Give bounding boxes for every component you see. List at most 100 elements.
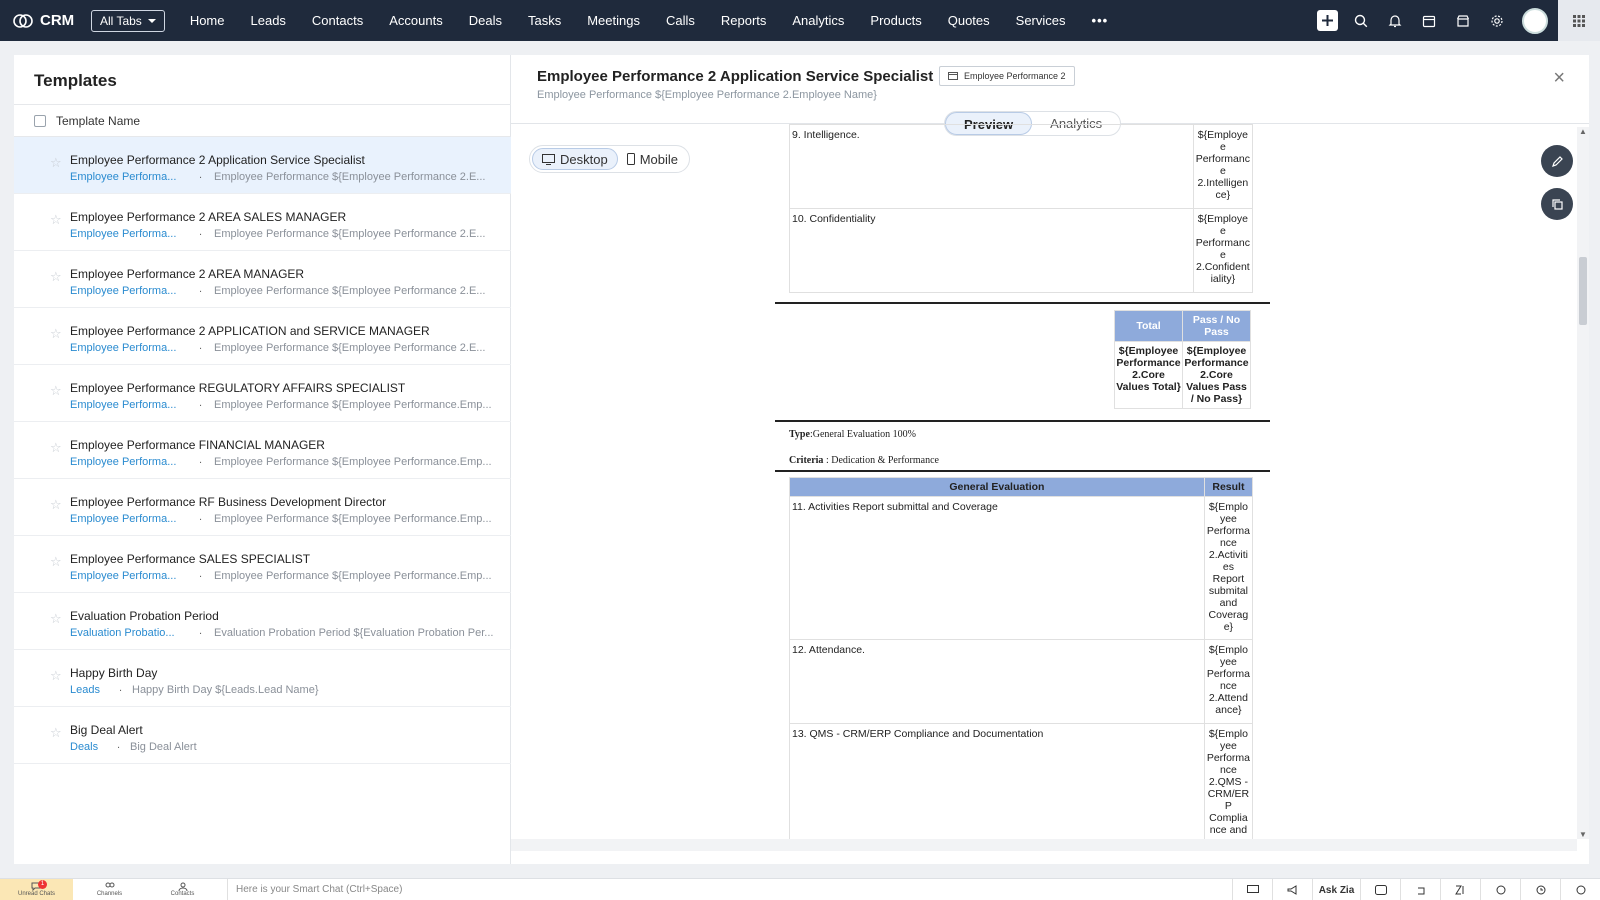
star-icon[interactable]: ☆: [50, 725, 62, 741]
channels-label: Channels: [96, 891, 123, 897]
template-subject: Happy Birth Day ${Leads.Lead Name}: [132, 684, 319, 696]
nav-leads[interactable]: Leads: [238, 0, 299, 41]
criterion-label: 10. Confidentiality: [789, 208, 1194, 293]
template-name[interactable]: Employee Performance FINANCIAL MANAGER: [70, 438, 325, 452]
recent-items-button[interactable]: [1520, 879, 1560, 900]
desktop-label: Desktop: [560, 151, 608, 167]
nav-deals[interactable]: Deals: [456, 0, 515, 41]
crm-logo[interactable]: CRM: [12, 12, 78, 29]
smart-chat-input[interactable]: Here is your Smart Chat (Ctrl+Space): [227, 878, 402, 900]
template-name[interactable]: Employee Performance SALES SPECIALIST: [70, 552, 310, 566]
nav-reports[interactable]: Reports: [708, 0, 780, 41]
mobile-view-button[interactable]: Mobile: [618, 148, 687, 170]
apps-grid-button[interactable]: [1558, 0, 1600, 41]
star-icon[interactable]: ☆: [50, 611, 62, 627]
marketplace-button[interactable]: [1446, 0, 1480, 41]
template-name[interactable]: Employee Performance REGULATORY AFFAIRS …: [70, 381, 405, 395]
close-icon[interactable]: ×: [1553, 67, 1565, 90]
user-avatar[interactable]: [1522, 7, 1548, 34]
template-name[interactable]: Evaluation Probation Period: [70, 609, 219, 623]
template-item[interactable]: ☆ Employee Performance RF Business Devel…: [14, 479, 511, 536]
nav-products[interactable]: Products: [857, 0, 934, 41]
template-item[interactable]: ☆ Employee Performance 2 AREA MANAGER Em…: [14, 251, 511, 308]
nav-services[interactable]: Services: [1003, 0, 1079, 41]
scroll-up-icon[interactable]: ▲: [1579, 127, 1587, 136]
star-icon[interactable]: ☆: [50, 440, 62, 456]
star-icon[interactable]: ☆: [50, 668, 62, 684]
channels-button[interactable]: Channels: [73, 879, 146, 900]
table-row: 10. Confidentiality ${Employe e Performa…: [789, 208, 1254, 293]
pencil-icon: [1551, 155, 1563, 167]
history-button[interactable]: [1400, 879, 1440, 900]
template-item[interactable]: ☆ Happy Birth Day Leads . Happy Birth Da…: [14, 650, 511, 707]
separator-dot: .: [117, 739, 121, 751]
template-item[interactable]: ☆ Employee Performance 2 Application Ser…: [14, 137, 511, 194]
edit-template-button[interactable]: [1541, 145, 1573, 177]
template-name[interactable]: Employee Performance 2 APPLICATION and S…: [70, 324, 430, 338]
template-subject: Employee Performance ${Employee Performa…: [214, 228, 486, 240]
star-icon[interactable]: ☆: [50, 497, 62, 513]
template-item[interactable]: ☆ Big Deal Alert Deals . Big Deal Alert: [14, 707, 511, 764]
ask-zia-button[interactable]: Ask Zia: [1312, 879, 1360, 900]
nav-analytics[interactable]: Analytics: [779, 0, 857, 41]
nav-meetings[interactable]: Meetings: [574, 0, 653, 41]
settings-button[interactable]: [1480, 0, 1514, 41]
chat-settings-button[interactable]: [1560, 879, 1600, 900]
megaphone-icon: [1287, 885, 1296, 895]
star-icon[interactable]: ☆: [50, 554, 62, 570]
template-name[interactable]: Big Deal Alert: [70, 723, 143, 737]
nav-tasks[interactable]: Tasks: [515, 0, 574, 41]
nav-home[interactable]: Home: [177, 0, 238, 41]
nav-quotes[interactable]: Quotes: [935, 0, 1003, 41]
screen-share-button[interactable]: [1232, 879, 1272, 900]
criteria-line: Criteria : Dedication & Performance: [789, 455, 939, 466]
calendar-button[interactable]: [1412, 0, 1446, 41]
template-item[interactable]: ☆ Employee Performance FINANCIAL MANAGER…: [14, 422, 511, 479]
scroll-down-icon[interactable]: ▼: [1579, 830, 1587, 839]
template-name[interactable]: Employee Performance 2 Application Servi…: [70, 153, 365, 167]
type-label: Type: [789, 429, 810, 440]
separator-dot: .: [199, 397, 203, 409]
unread-chats-button[interactable]: 1 Unread Chats: [0, 878, 73, 900]
star-icon[interactable]: ☆: [50, 269, 62, 285]
alarm-clock-icon: [1496, 885, 1505, 895]
template-item[interactable]: ☆ Employee Performance REGULATORY AFFAIR…: [14, 365, 511, 422]
nav-accounts[interactable]: Accounts: [376, 0, 455, 41]
scrollbar-thumb[interactable]: [1579, 257, 1587, 325]
desktop-view-button[interactable]: Desktop: [532, 148, 618, 170]
alarm-button[interactable]: [1480, 879, 1520, 900]
template-name-column[interactable]: Template Name: [56, 114, 140, 128]
undo-icon: [1417, 887, 1424, 895]
zia-button[interactable]: [1440, 879, 1480, 900]
star-icon[interactable]: ☆: [50, 383, 62, 399]
notifications-button[interactable]: [1378, 0, 1412, 41]
template-name[interactable]: Happy Birth Day: [70, 666, 157, 680]
template-item[interactable]: ☆ Evaluation Probation Period Evaluation…: [14, 593, 511, 650]
contacts-button[interactable]: Contacts: [146, 879, 219, 900]
more-tabs-button[interactable]: •••: [1079, 0, 1122, 41]
template-name[interactable]: Employee Performance 2 AREA SALES MANAGE…: [70, 210, 346, 224]
star-icon[interactable]: ☆: [50, 155, 62, 171]
search-button[interactable]: [1344, 0, 1378, 41]
star-icon[interactable]: ☆: [50, 212, 62, 228]
vertical-scrollbar[interactable]: ▲ ▼: [1577, 127, 1589, 839]
star-icon[interactable]: ☆: [50, 326, 62, 342]
template-item[interactable]: ☆ Employee Performance SALES SPECIALIST …: [14, 536, 511, 593]
checkin-button[interactable]: [1360, 879, 1400, 900]
smiley-icon: [1576, 885, 1585, 895]
horizontal-scrollbar[interactable]: [511, 839, 1577, 851]
template-module: Employee Performa...: [70, 399, 177, 411]
nav-calls[interactable]: Calls: [653, 0, 708, 41]
nav-contacts[interactable]: Contacts: [299, 0, 376, 41]
template-item[interactable]: ☆ Employee Performance 2 APPLICATION and…: [14, 308, 511, 365]
criterion-result: ${Emplo yee Performa nce 2.Attend ance}: [1203, 639, 1254, 724]
template-item[interactable]: ☆ Employee Performance 2 AREA SALES MANA…: [14, 194, 511, 251]
template-name[interactable]: Employee Performance 2 AREA MANAGER: [70, 267, 304, 281]
select-all-checkbox[interactable]: [34, 114, 46, 127]
template-module: Employee Performa...: [70, 285, 177, 297]
announcement-button[interactable]: [1272, 879, 1312, 900]
all-tabs-dropdown[interactable]: All Tabs: [91, 9, 165, 32]
create-new-button[interactable]: [1317, 10, 1338, 31]
template-name[interactable]: Employee Performance RF Business Develop…: [70, 495, 386, 509]
clone-template-button[interactable]: [1541, 188, 1573, 220]
